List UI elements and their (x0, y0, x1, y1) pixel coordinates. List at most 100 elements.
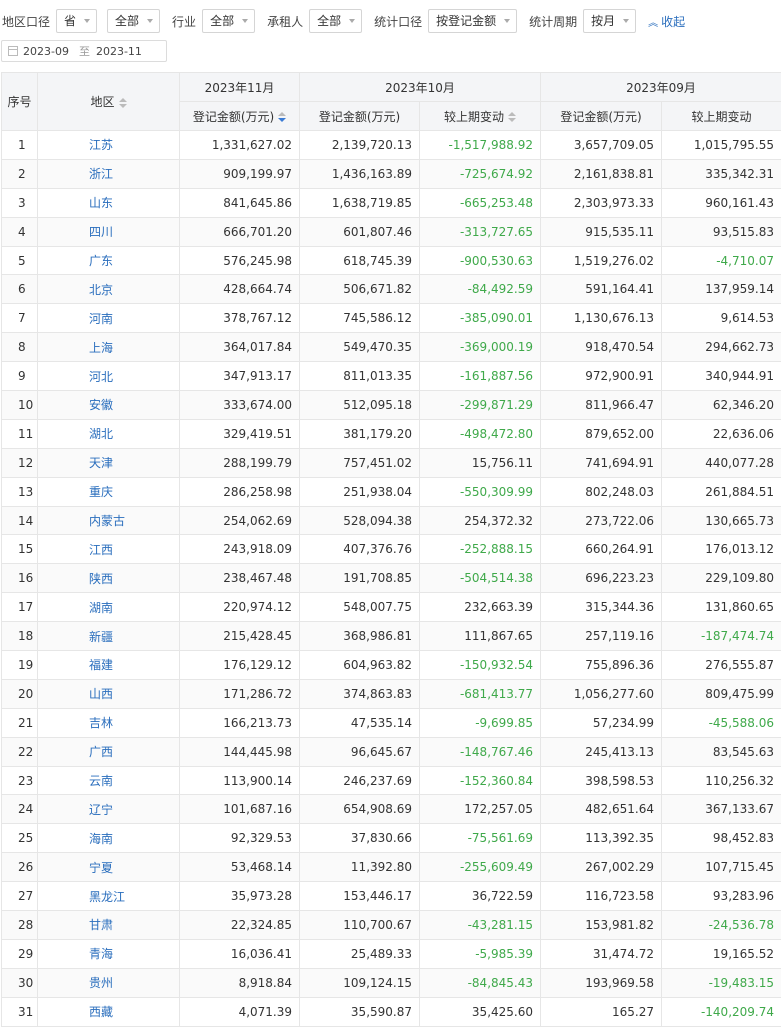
collapse-button[interactable]: ︽ 收起 (648, 13, 685, 30)
region-scope-select[interactable]: 省 (56, 9, 98, 33)
nov-amount: 364,017.84 (179, 332, 300, 363)
date-range-picker[interactable]: 2023-09 至 2023-11 (1, 40, 167, 62)
oct-change: -252,888.15 (419, 534, 541, 565)
region-link[interactable]: 湖北 (37, 418, 180, 449)
region-link[interactable]: 云南 (37, 765, 180, 796)
region-link[interactable]: 上海 (37, 332, 180, 363)
sep-amount: 193,969.58 (540, 967, 662, 998)
row-index: 1 (1, 130, 38, 160)
lessee-label: 承租人 (267, 14, 304, 29)
nov-amount: 428,664.74 (179, 274, 300, 305)
region-link[interactable]: 重庆 (37, 476, 180, 507)
nov-amount: 101,687.16 (179, 794, 300, 825)
nov-amount: 35,973.28 (179, 881, 300, 912)
region-link[interactable]: 北京 (37, 274, 180, 305)
col-header-nov-amount[interactable]: 登记金额(万元) (179, 101, 300, 131)
filter-bar: 地区口径 省 全部 行业 全部 承租人 全部 统计口径 按登记金额 统计周期 按… (0, 8, 685, 34)
col-header-oct-change[interactable]: 较上期变动 (419, 101, 541, 131)
region-link[interactable]: 宁夏 (37, 852, 180, 883)
region-link[interactable]: 江西 (37, 534, 180, 565)
sort-icon[interactable] (508, 112, 516, 122)
region-link[interactable]: 甘肃 (37, 910, 180, 940)
oct-change: -900,530.63 (419, 245, 541, 276)
nov-amount: 909,199.97 (179, 158, 300, 189)
row-index: 5 (1, 245, 38, 276)
sep-amount: 741,694.91 (540, 447, 662, 478)
sort-icon[interactable] (118, 97, 127, 108)
oct-change: -9,699.85 (419, 707, 541, 738)
sep-amount: 31,474.72 (540, 938, 662, 969)
region-link[interactable]: 山西 (37, 678, 180, 709)
date-end[interactable]: 2023-11 (96, 45, 142, 58)
row-index: 13 (1, 476, 38, 507)
region-link[interactable]: 四川 (37, 216, 180, 247)
nov-amount: 215,428.45 (179, 621, 300, 652)
row-index: 12 (1, 447, 38, 478)
region-link[interactable]: 河南 (37, 303, 180, 334)
industry-select[interactable]: 全部 (202, 9, 256, 33)
region-link[interactable]: 黑龙江 (37, 881, 180, 912)
date-start[interactable]: 2023-09 (23, 45, 69, 58)
region-link[interactable]: 天津 (37, 447, 180, 478)
nov-amount: 22,324.85 (179, 910, 300, 940)
row-index: 9 (1, 361, 38, 392)
region-link[interactable]: 海南 (37, 823, 180, 854)
sep-change: 176,013.12 (661, 534, 781, 565)
col-header-region[interactable]: 地区 (37, 72, 180, 131)
row-index: 21 (1, 707, 38, 738)
lessee-select[interactable]: 全部 (309, 9, 363, 33)
sep-amount: 591,164.41 (540, 274, 662, 305)
sep-change: 98,452.83 (661, 823, 781, 854)
sep-amount: 267,002.29 (540, 852, 662, 883)
col-header-sep-change: 较上期变动 (661, 101, 781, 131)
region-link[interactable]: 山东 (37, 187, 180, 218)
region-link[interactable]: 新疆 (37, 621, 180, 652)
sort-icon[interactable] (278, 112, 287, 122)
stat-period-select[interactable]: 按月 (583, 9, 637, 33)
region-link[interactable]: 吉林 (37, 707, 180, 738)
region-link[interactable]: 内蒙古 (37, 505, 180, 536)
region-link[interactable]: 青海 (37, 938, 180, 969)
oct-change: 254,372.32 (419, 505, 541, 536)
table-row: 27 黑龙江 35,973.28 153,446.17 36,722.59 116,723… (1, 881, 781, 912)
region-link[interactable]: 安徽 (37, 390, 180, 420)
row-index: 16 (1, 563, 38, 594)
row-index: 31 (1, 996, 38, 1027)
calendar-icon (8, 46, 18, 56)
table-row: 30 贵州 8,918.84 109,124.15 -84,845.43 193,969.… (1, 967, 781, 998)
oct-change: -550,309.99 (419, 476, 541, 507)
industry-label: 行业 (172, 14, 197, 29)
region-link[interactable]: 广西 (37, 736, 180, 767)
oct-amount: 11,392.80 (299, 852, 420, 883)
sep-change: -45,588.06 (661, 707, 781, 738)
region-link[interactable]: 浙江 (37, 158, 180, 189)
oct-change: -161,887.56 (419, 361, 541, 392)
region-link[interactable]: 江苏 (37, 130, 180, 160)
region-link[interactable]: 辽宁 (37, 794, 180, 825)
region-link[interactable]: 广东 (37, 245, 180, 276)
chevron-down-icon (623, 19, 630, 23)
table-row: 23 云南 113,900.14 246,237.69 -152,360.84 398,5… (1, 765, 781, 796)
sep-change: 440,077.28 (661, 447, 781, 478)
region-select[interactable]: 全部 (107, 9, 161, 33)
chevron-down-icon (147, 19, 154, 23)
region-link[interactable]: 西藏 (37, 996, 180, 1027)
region-link[interactable]: 贵州 (37, 967, 180, 998)
stat-scope-select[interactable]: 按登记金额 (428, 9, 518, 33)
col-header-oct-amount: 登记金额(万元) (299, 101, 420, 131)
nov-amount: 333,674.00 (179, 390, 300, 420)
sep-amount: 915,535.11 (540, 216, 662, 247)
nov-amount: 53,468.14 (179, 852, 300, 883)
region-link[interactable]: 陕西 (37, 563, 180, 594)
region-link[interactable]: 湖南 (37, 592, 180, 623)
nov-amount: 144,445.98 (179, 736, 300, 767)
sep-amount: 1,519,276.02 (540, 245, 662, 276)
region-link[interactable]: 河北 (37, 361, 180, 392)
sep-amount: 802,248.03 (540, 476, 662, 507)
table-row: 6 北京 428,664.74 506,671.82 -84,492.59 591,164… (1, 274, 781, 305)
region-link[interactable]: 福建 (37, 650, 180, 680)
sep-amount: 1,056,277.60 (540, 678, 662, 709)
chevron-down-icon (504, 19, 511, 23)
col-header-sep-amount: 登记金额(万元) (540, 101, 662, 131)
stat-scope-label: 统计口径 (374, 14, 423, 29)
